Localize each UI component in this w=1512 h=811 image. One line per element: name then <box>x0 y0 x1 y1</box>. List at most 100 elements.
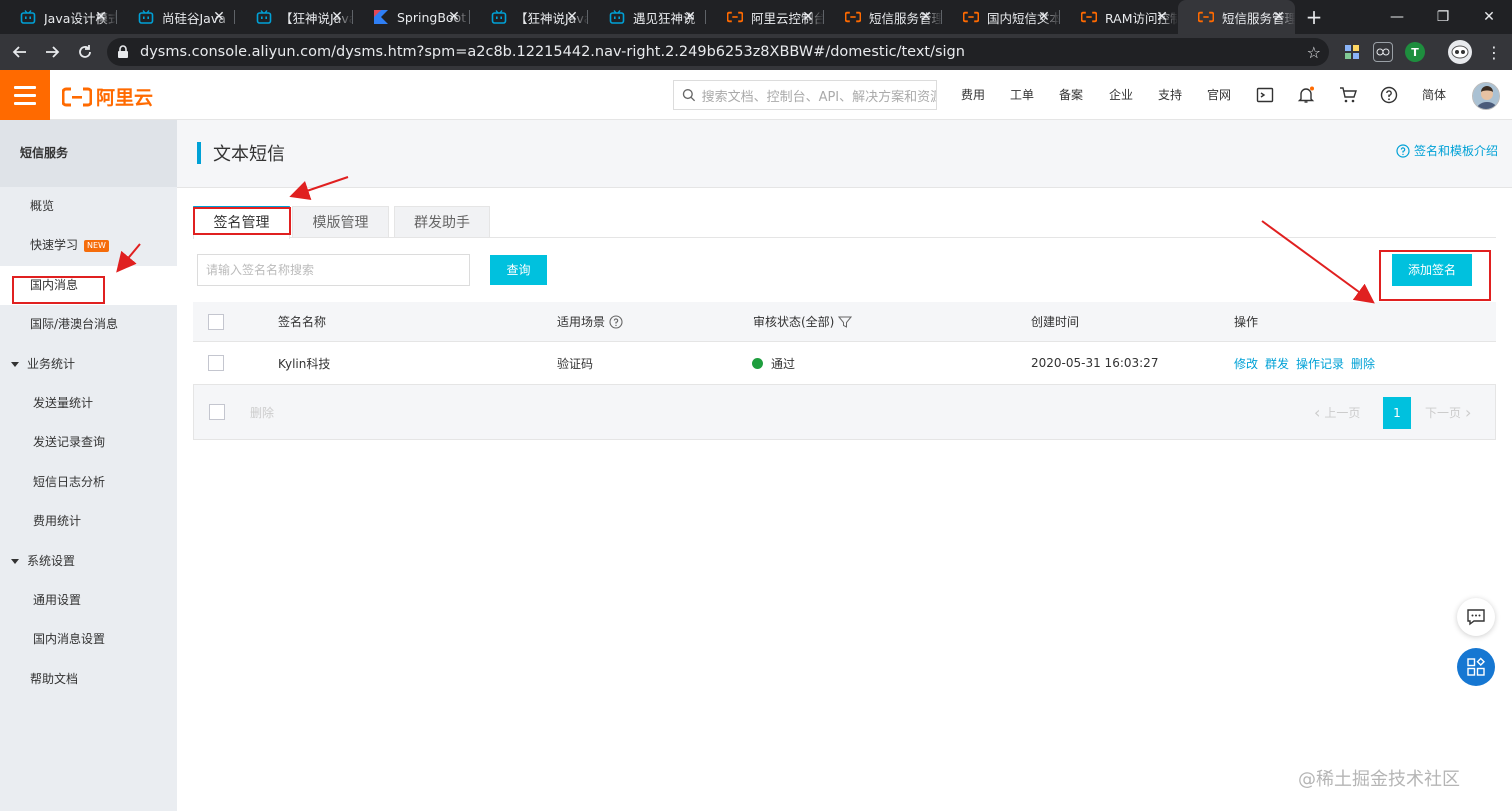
back-button[interactable] <box>8 40 32 64</box>
browser-tab[interactable]: Java设计模式 ✕ <box>0 0 117 34</box>
operation-log-link[interactable]: 操作记录 <box>1296 355 1344 372</box>
sidebar-item-label: 系统设置 <box>27 554 76 568</box>
page-number-1[interactable]: 1 <box>1383 397 1411 429</box>
nav-enterprise[interactable]: 企业 <box>1109 70 1133 120</box>
close-tab-icon[interactable]: ✕ <box>1154 9 1170 25</box>
sign-template-intro-link[interactable]: 签名和模板介绍 <box>1396 142 1498 159</box>
nav-official-site[interactable]: 官网 <box>1207 70 1231 120</box>
next-page-button[interactable]: 下一页 › <box>1425 385 1471 440</box>
help-link-label: 签名和模板介绍 <box>1413 144 1498 158</box>
close-tab-icon[interactable]: ✕ <box>1271 9 1287 25</box>
browser-tab[interactable]: 国内短信文本 ✕ <box>943 0 1060 34</box>
browser-menu-icon[interactable]: ⋮ <box>1482 40 1506 64</box>
sidebar-item-label: 国际/港澳台消息 <box>30 317 119 331</box>
signature-name: Kylin科技 <box>278 356 331 371</box>
sidebar-item-general-settings[interactable]: 通用设置 <box>0 581 177 620</box>
signature-search-input[interactable]: 请输入签名名称搜索 <box>197 254 470 286</box>
edit-link[interactable]: 修改 <box>1234 355 1258 372</box>
apps-float-button[interactable] <box>1457 648 1495 686</box>
browser-tab[interactable]: 短信服务管理 ✕ <box>825 0 942 34</box>
bell-icon[interactable] <box>1297 86 1315 104</box>
tab-bulk-send-assistant[interactable]: 群发助手 <box>394 206 490 238</box>
browser-tab[interactable]: 遇见狂神说 ✕ <box>589 0 706 34</box>
query-button[interactable]: 查询 <box>490 255 547 285</box>
close-tab-icon[interactable]: ✕ <box>682 9 698 25</box>
new-tab-button[interactable]: + <box>1303 6 1325 28</box>
browser-tab[interactable]: RAM访问控制 ✕ <box>1061 0 1178 34</box>
close-tab-icon[interactable]: ✕ <box>329 9 345 25</box>
sidebar-item-send-records[interactable]: 发送记录查询 <box>0 423 177 462</box>
extension-grid-icon[interactable] <box>1342 42 1362 62</box>
prev-page-label: 上一页 <box>1324 406 1361 420</box>
nav-icp[interactable]: 备案 <box>1059 70 1083 120</box>
browser-tab[interactable]: 【狂神说Java ✕ <box>471 0 588 34</box>
bilibili-icon <box>491 9 507 25</box>
col-scene-label: 适用场景 <box>557 315 606 329</box>
tab-template-management[interactable]: 模版管理 <box>292 206 389 238</box>
footer-select-all-checkbox[interactable] <box>209 404 225 420</box>
help-circle-icon[interactable] <box>1380 86 1398 104</box>
batch-delete-button[interactable]: 删除 <box>250 385 274 439</box>
close-tab-icon[interactable]: ✕ <box>446 9 462 25</box>
nav-ticket[interactable]: 工单 <box>1010 70 1034 120</box>
profile-icon[interactable] <box>1448 40 1472 64</box>
browser-tab[interactable]: 【狂神说Java ✕ <box>236 0 353 34</box>
bulk-send-link[interactable]: 群发 <box>1265 355 1289 372</box>
hamburger-menu-button[interactable] <box>0 70 50 120</box>
question-icon[interactable] <box>609 314 623 329</box>
language-switch[interactable]: 简体 <box>1422 70 1446 120</box>
address-bar[interactable]: dysms.console.aliyun.com/dysms.htm?spm=a… <box>107 38 1329 66</box>
aliyun-logo[interactable]: 阿里云 <box>62 83 153 110</box>
annotation-box-sign-tab <box>193 207 291 235</box>
cart-icon[interactable] <box>1339 86 1357 104</box>
sidebar-item-log-analysis[interactable]: 短信日志分析 <box>0 463 177 502</box>
prev-page-button[interactable]: ‹ 上一页 <box>1314 385 1360 440</box>
sidebar-item-quick-learn[interactable]: 快速学习 NEW <box>0 226 177 265</box>
select-all-checkbox[interactable] <box>208 313 224 330</box>
minimize-button[interactable]: — <box>1374 0 1420 34</box>
row-checkbox[interactable] <box>208 355 224 371</box>
browser-tab[interactable]: 尚硅谷Java ✕ <box>118 0 235 34</box>
sidebar-item-overview[interactable]: 概览 <box>0 187 177 226</box>
aliyun-icon <box>1081 9 1097 25</box>
close-tab-icon[interactable]: ✕ <box>1036 9 1052 25</box>
browser-tab[interactable]: 短信服务管理 ✕ <box>1178 0 1295 34</box>
extension-t-icon[interactable]: T <box>1405 42 1425 62</box>
sidebar-item-fee-stats[interactable]: 费用统计 <box>0 502 177 541</box>
browser-tab[interactable]: 阿里云控制台 ✕ <box>707 0 824 34</box>
close-tab-icon[interactable]: ✕ <box>918 9 934 25</box>
nav-support[interactable]: 支持 <box>1158 70 1182 120</box>
signature-scene: 验证码 <box>557 356 594 371</box>
user-avatar[interactable] <box>1472 82 1500 110</box>
maximize-button[interactable]: ❐ <box>1420 0 1466 34</box>
caret-down-icon <box>11 559 19 564</box>
global-search-input[interactable]: 搜索文档、控制台、API、解决方案和资源 <box>673 80 937 110</box>
sidebar-item-international-messages[interactable]: 国际/港澳台消息 <box>0 305 177 344</box>
close-tab-icon[interactable]: ✕ <box>211 9 227 25</box>
new-badge: NEW <box>84 239 109 252</box>
browser-tab[interactable]: SpringBoot ✕ <box>353 0 470 34</box>
terminal-icon[interactable] <box>1256 86 1274 104</box>
reload-button[interactable] <box>73 40 97 64</box>
close-tab-icon[interactable]: ✕ <box>93 9 109 25</box>
extension-glasses-icon[interactable] <box>1373 42 1393 62</box>
sidebar-item-help-docs[interactable]: 帮助文档 <box>0 660 177 699</box>
bookmark-star-icon[interactable]: ☆ <box>1307 43 1321 62</box>
sidebar-group-business-stats[interactable]: 业务统计 <box>0 345 177 384</box>
delete-link[interactable]: 删除 <box>1351 355 1375 372</box>
aliyun-icon <box>963 9 979 25</box>
col-scene: 适用场景 <box>557 302 623 341</box>
sidebar-item-domestic-settings[interactable]: 国内消息设置 <box>0 620 177 659</box>
sidebar-item-send-volume[interactable]: 发送量统计 <box>0 384 177 423</box>
chat-float-button[interactable] <box>1457 598 1495 636</box>
nav-fee[interactable]: 费用 <box>961 70 985 120</box>
col-review-status[interactable]: 审核状态(全部) <box>753 302 853 341</box>
forward-button[interactable] <box>40 40 64 64</box>
tab-separator <box>116 10 117 24</box>
close-tab-icon[interactable]: ✕ <box>800 9 816 25</box>
close-tab-icon[interactable]: ✕ <box>564 9 580 25</box>
filter-icon[interactable] <box>838 315 853 329</box>
sidebar-group-system-settings[interactable]: 系统设置 <box>0 542 177 581</box>
review-status: 通过 <box>752 342 795 384</box>
close-window-button[interactable]: ✕ <box>1466 0 1512 34</box>
